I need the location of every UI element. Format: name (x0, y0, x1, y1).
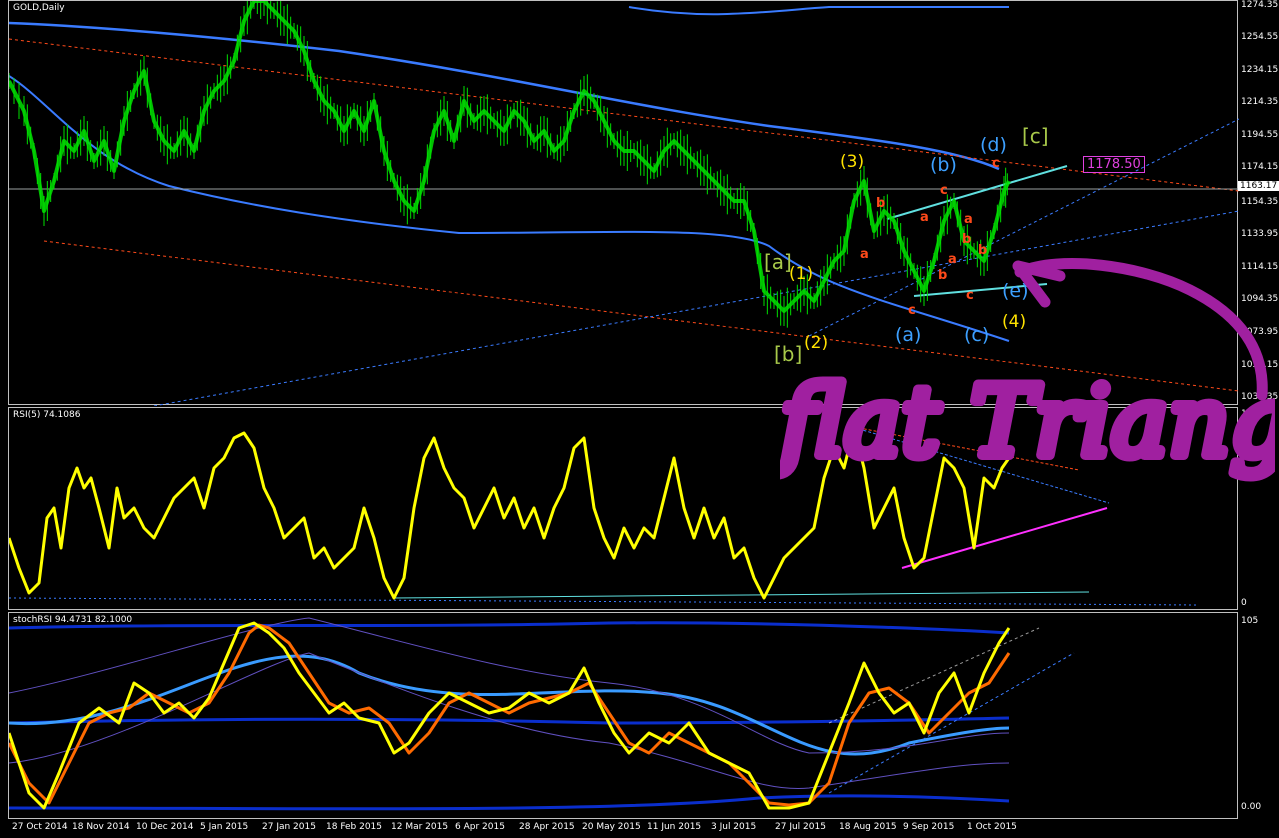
date-axis-label: 3 Jul 2015 (711, 822, 757, 832)
sub-label-c2: c (940, 183, 948, 198)
price-axis-label: 1174.15 (1241, 162, 1279, 172)
stoch-band-bottom (9, 794, 1010, 811)
price-axis-label: 1094.35 (1241, 294, 1279, 304)
wave-label-1: (1) (789, 264, 814, 284)
stochrsi-label: stochRSI 94.4731 82.1000 (13, 615, 133, 625)
chart-window: GOLD,Daily RSI(5) 74.1086 stochRSI 94.47 (0, 0, 1279, 838)
price-level-box[interactable]: 1178.50 (1083, 156, 1145, 173)
date-axis-label: 27 Jan 2015 (262, 822, 316, 832)
date-axis-label: 11 Jun 2015 (647, 822, 702, 832)
sub-label-a4: a (964, 212, 973, 227)
date-axis-label: 27 Jul 2015 (775, 822, 826, 832)
wave-label-td: (d) (980, 134, 1007, 156)
price-axis-label: 1163.17 (1238, 181, 1279, 191)
sub-label-a3: a (948, 252, 957, 267)
date-axis-label: 1 Oct 2015 (967, 822, 1017, 832)
sub-label-b1: b (876, 196, 886, 211)
wave-label-c-bracket: [c] (1022, 124, 1049, 148)
wave-label-te: (e) (1002, 280, 1029, 302)
trend-upper-red (9, 38, 1239, 192)
rsi-label: RSI(5) 74.1086 (13, 410, 81, 420)
date-axis-label: 28 Apr 2015 (519, 822, 575, 832)
date-axis-label: 5 Jan 2015 (200, 822, 249, 832)
date-axis-label: 9 Sep 2015 (903, 822, 955, 832)
annotation-text: flat Triangle (780, 366, 1275, 478)
wave-label-4: (4) (1002, 312, 1027, 332)
sub-label-c4: c (992, 156, 1000, 171)
stoch-band-mid (9, 716, 1010, 725)
price-axis-label: 1133.95 (1241, 229, 1279, 239)
band-lower (9, 75, 1010, 342)
wave-label-a-bracket: [a] (764, 250, 792, 274)
date-axis-label: 20 May 2015 (582, 822, 641, 832)
date-axis-label: 6 Apr 2015 (455, 822, 505, 832)
price-axis-label: 1154.35 (1241, 197, 1279, 207)
date-axis-label: 18 Feb 2015 (326, 822, 383, 832)
sub-label-a2: a (920, 210, 929, 225)
date-axis-label: 12 Mar 2015 (391, 822, 449, 832)
price-axis-label: 1214.35 (1241, 97, 1279, 107)
price-axis-label: 1234.15 (1241, 65, 1279, 75)
sub-label-b3: b (962, 232, 972, 247)
price-axis-label: 1254.55 (1241, 32, 1279, 42)
stochrsi-chart-canvas (9, 617, 1075, 811)
sub-label-c1: c (908, 303, 916, 318)
band-upper (9, 21, 1000, 171)
stoch-signal-line (9, 623, 1011, 807)
band-upper-outer (628, 6, 1009, 16)
sub-label-c3: c (966, 288, 974, 303)
date-axis-label: 18 Aug 2015 (839, 822, 897, 832)
sub-label-b4: b (978, 243, 988, 258)
rsi-support-line (393, 591, 1090, 599)
stoch-band-top (9, 621, 1010, 635)
price-axis-label: 1194.55 (1241, 130, 1279, 140)
stoch-axis-0: 0.00 (1241, 802, 1262, 812)
wave-label-tb: (b) (930, 154, 957, 176)
wave-label-3: (3) (840, 152, 865, 172)
date-axis-label: 27 Oct 2014 (12, 822, 68, 832)
stochrsi-panel[interactable]: stochRSI 94.4731 82.1000 (8, 612, 1238, 819)
stoch-axis-105: 105 (1241, 616, 1259, 626)
sub-label-a1: a (860, 247, 869, 262)
price-axis-label: 1274.35 (1241, 0, 1279, 10)
date-axis-label: 10 Dec 2014 (136, 822, 194, 832)
symbol-label: GOLD,Daily (13, 3, 65, 13)
date-axis-label: 18 Nov 2014 (72, 822, 130, 832)
rsi-baseline-dotted (9, 597, 1200, 606)
triangle-top-line (886, 165, 1068, 220)
sub-label-b2: b (938, 268, 948, 283)
handwritten-annotation: flat Triangle (780, 361, 1275, 483)
stoch-thin-1 (9, 617, 1010, 754)
price-axis-label: 1114.15 (1241, 262, 1279, 272)
rsi-axis-0: 0 (1241, 598, 1247, 608)
